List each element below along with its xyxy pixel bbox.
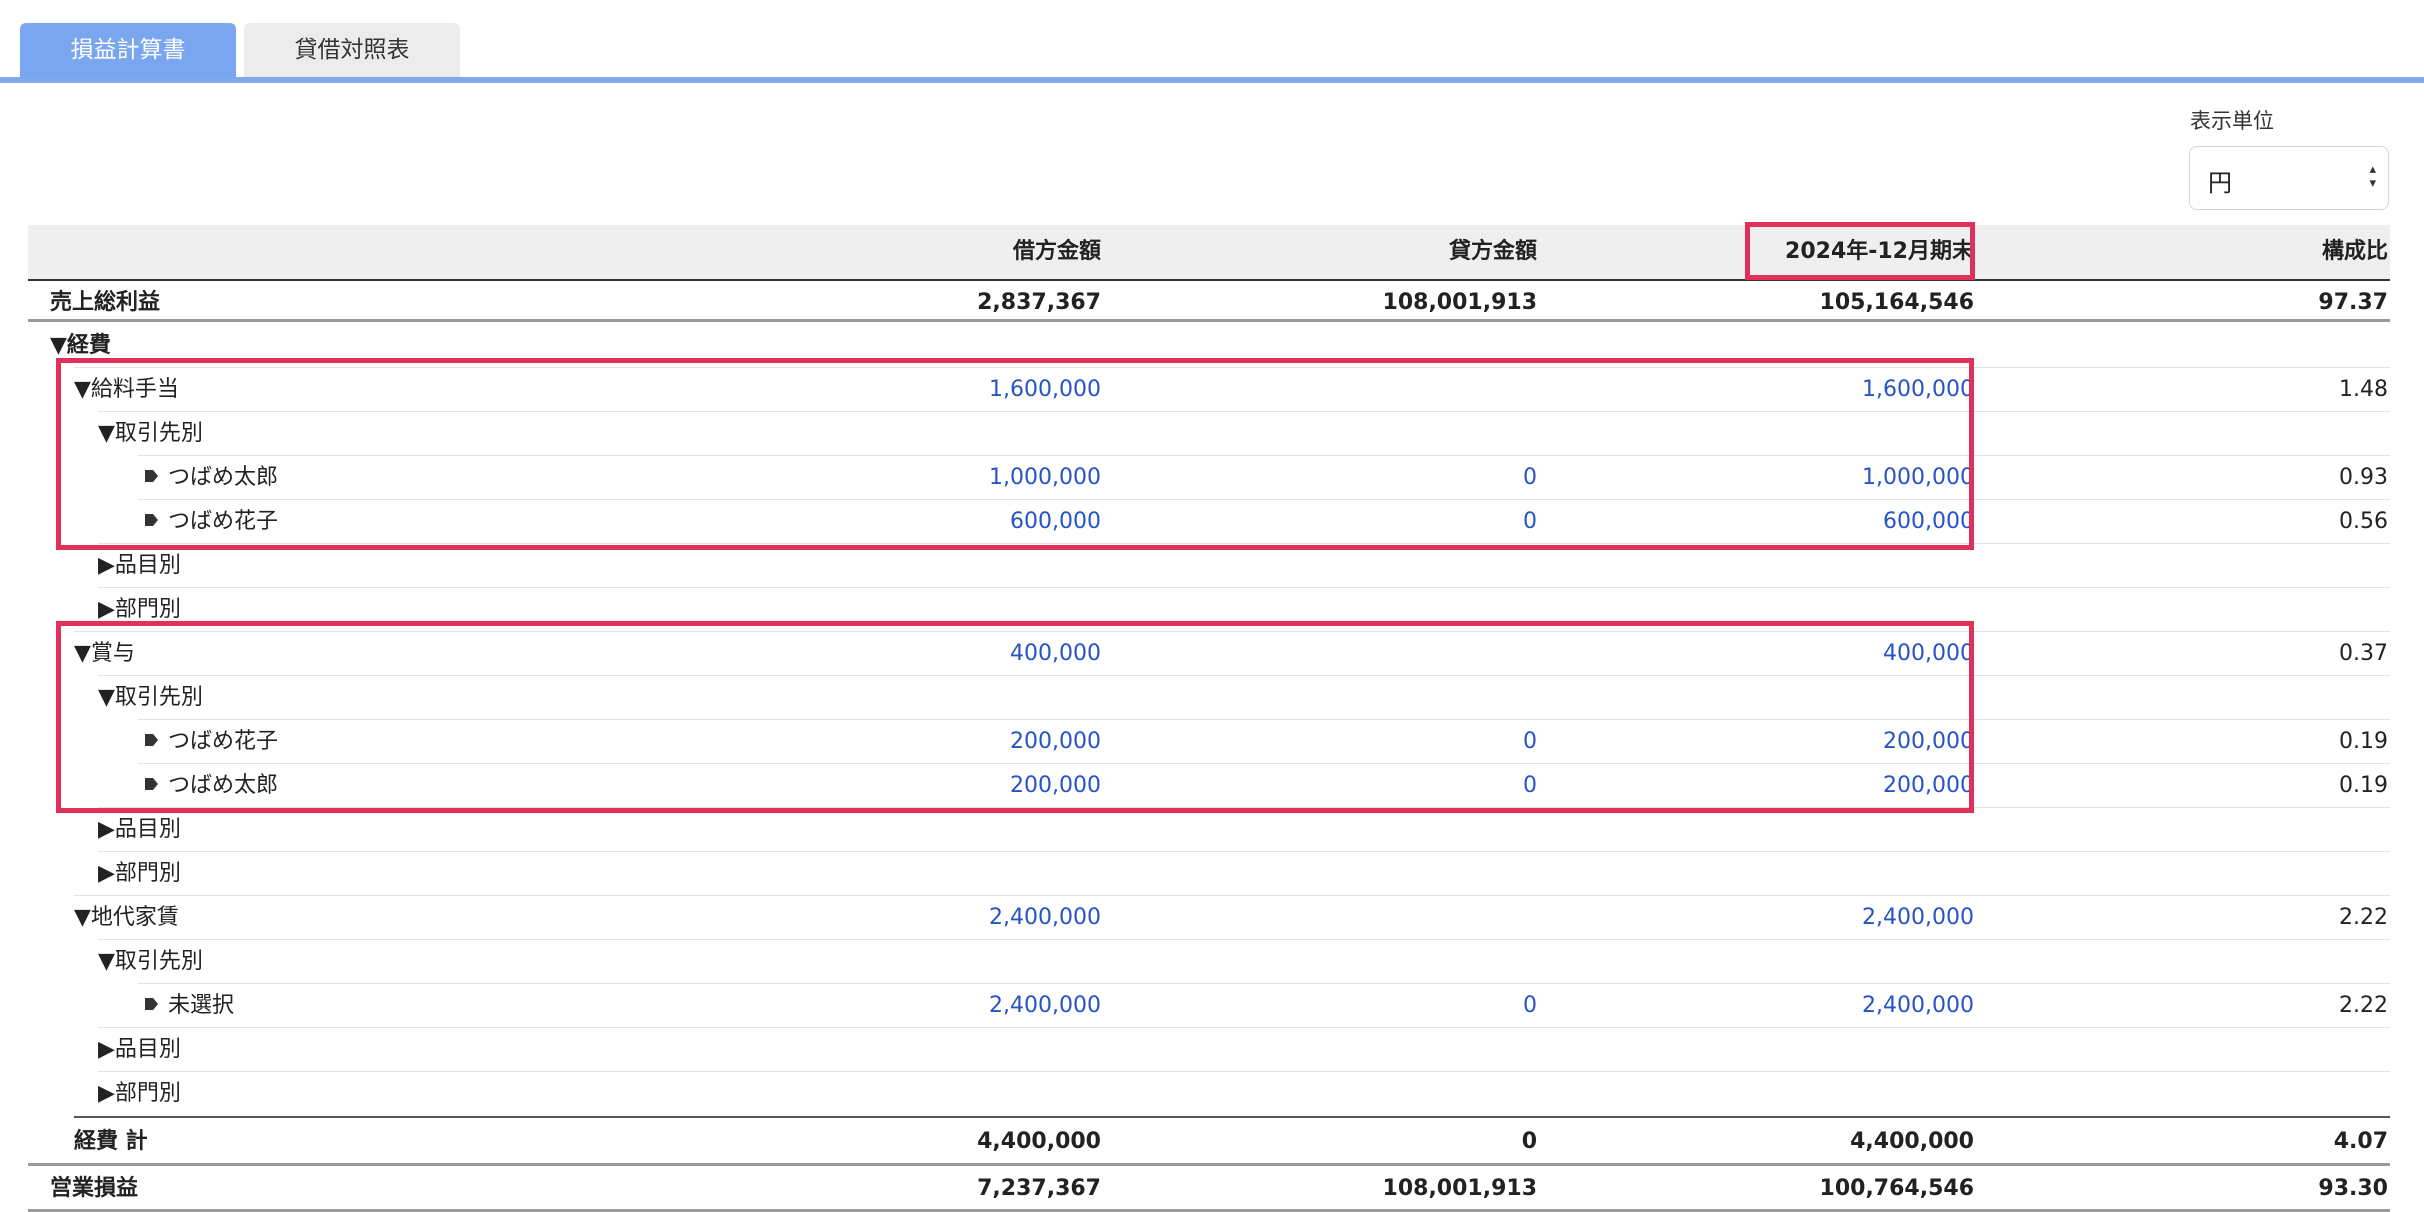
balance-value[interactable]: 2,400,000	[1588, 896, 1974, 940]
table-row: 営業損益 7,237,367 108,001,913 100,764,546 9…	[28, 1167, 2390, 1211]
header-ratio[interactable]: 構成比	[1988, 225, 2388, 279]
table-row: 未選択 2,400,000 0 2,400,000 2.22	[28, 984, 2390, 1028]
ratio-value: 2.22	[2339, 993, 2388, 1018]
tab-profit-loss[interactable]: 損益計算書	[20, 23, 236, 78]
ratio-value: 0.37	[2339, 641, 2388, 666]
table-row: ▶部門別	[28, 1072, 2390, 1116]
debit-value[interactable]: 2,400,000	[728, 896, 1101, 940]
table-row: ▶部門別	[28, 852, 2390, 896]
header-debit[interactable]: 借方金額	[728, 225, 1101, 279]
credit-value[interactable]: 0	[1128, 984, 1537, 1028]
debit-value[interactable]: 2,400,000	[728, 984, 1101, 1028]
debit-value: 7,237,367	[977, 1176, 1101, 1201]
table-row: ▶品目別	[28, 544, 2390, 588]
row-label: 未選択	[168, 993, 235, 1018]
row-label[interactable]: ▶部門別	[98, 852, 181, 896]
table-row: ▼地代家賃 2,400,000 2,400,000 2.22	[28, 896, 2390, 940]
table-row: ▶品目別	[28, 808, 2390, 852]
table-header: 借方金額 貸方金額 2024年-12月期末 構成比	[28, 225, 2390, 281]
subtotal-divider	[74, 1116, 2390, 1118]
row-label[interactable]: ▶品目別	[98, 1028, 181, 1072]
row-label: 営業損益	[50, 1176, 139, 1201]
row-label[interactable]: ▶品目別	[98, 808, 181, 852]
tag-icon	[145, 998, 158, 1010]
balance-value[interactable]: 2,400,000	[1588, 984, 1974, 1028]
row-label[interactable]: ▶部門別	[98, 1072, 181, 1116]
header-credit[interactable]: 貸方金額	[1128, 225, 1537, 279]
updown-arrow-icon: ▴ ▾	[2369, 162, 2376, 191]
row-label[interactable]: ▶品目別	[98, 544, 181, 588]
unit-select[interactable]: 円 ▴ ▾	[2189, 146, 2389, 210]
tab-balance-sheet[interactable]: 貸借対照表	[244, 23, 460, 78]
tab-underline	[0, 77, 2424, 83]
unit-label: 表示単位	[2190, 109, 2274, 133]
ratio-value: 93.30	[2318, 1176, 2388, 1201]
row-label[interactable]: ▼地代家賃	[74, 896, 179, 940]
debit-value: 4,400,000	[977, 1129, 1101, 1154]
ratio-value: 0.56	[2339, 509, 2388, 534]
ratio-value: 0.19	[2339, 729, 2388, 754]
balance-value: 4,400,000	[1850, 1129, 1974, 1154]
ratio-value: 2.22	[2339, 905, 2388, 930]
row-label[interactable]: ▼取引先別	[98, 940, 203, 984]
highlight-salary-section	[56, 358, 1974, 550]
credit-value: 0	[1521, 1129, 1537, 1154]
highlight-bonus-section	[56, 621, 1974, 813]
credit-value: 108,001,913	[1382, 1176, 1537, 1201]
row-label: 経費 計	[74, 1129, 148, 1154]
ratio-value: 1.48	[2339, 377, 2388, 402]
highlight-period-header	[1745, 222, 1975, 280]
ratio-value: 4.07	[2333, 1129, 2388, 1154]
table-row: ▼取引先別	[28, 940, 2390, 984]
row-divider	[28, 1163, 2390, 1166]
unit-select-value: 円	[2208, 169, 2232, 197]
balance-value: 100,764,546	[1819, 1176, 1974, 1201]
ratio-value: 0.19	[2339, 773, 2388, 798]
table-row: 経費 計 4,400,000 0 4,400,000 4.07	[28, 1120, 2390, 1164]
table-row: ▶品目別	[28, 1028, 2390, 1072]
ratio-value: 0.93	[2339, 465, 2388, 490]
row-divider	[28, 319, 2390, 322]
